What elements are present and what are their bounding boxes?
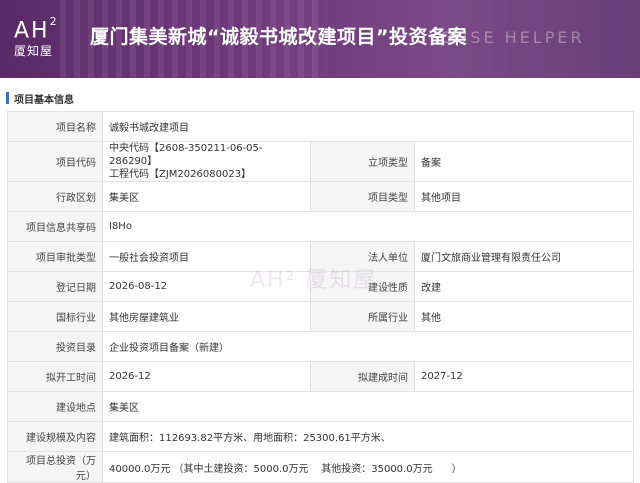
- logo-sub: 厦知屋: [14, 44, 54, 59]
- table-row: 项目总投资（万元） 40000.0万元 （其中土建投资：5000.0万元 其他投…: [7, 451, 634, 483]
- table-row: 建设规模及内容 建筑面积：112693.82平方米、用地面积：25300.61平…: [7, 421, 634, 452]
- section-header: 项目基本信息: [0, 88, 640, 108]
- logo: AH2 厦知屋: [14, 14, 59, 59]
- value-location: 集美区: [102, 391, 634, 422]
- value-national-industry: 其他房屋建筑业: [102, 301, 311, 332]
- label-project-name: 项目名称: [7, 111, 103, 142]
- section-accent-bar: [6, 92, 9, 104]
- header-banner: AH2 厦知屋 厦门集美新城“诚毅书城改建项目”投资备案 OUSE HELPER: [0, 0, 640, 78]
- label-review-type: 项目审批类型: [7, 241, 103, 272]
- value-project-type: 其他项目: [414, 181, 634, 212]
- page-title: 厦门集美新城“诚毅书城改建项目”投资备案: [90, 26, 467, 48]
- label-industry: 所属行业: [310, 301, 415, 332]
- table-row: 拟开工时间 2026-12 拟建成时间 2027-12: [7, 361, 634, 392]
- label-national-industry: 国标行业: [7, 301, 103, 332]
- helper-watermark: OUSE HELPER: [440, 28, 585, 47]
- label-total-investment: 项目总投资（万元）: [7, 451, 103, 483]
- label-register-date: 登记日期: [7, 271, 103, 302]
- value-industry: 其他: [414, 301, 634, 332]
- table-row: 投资目录 企业投资项目备案（新建）: [7, 331, 634, 362]
- value-legal-entity: 厦门文旅商业管理有限责任公司: [414, 241, 634, 272]
- value-district: 集美区: [102, 181, 311, 212]
- value-planned-start: 2026-12: [102, 361, 311, 392]
- logo-ah: AH: [14, 18, 50, 44]
- value-total-investment: 40000.0万元 （其中土建投资：5000.0万元 其他投资：35000.0万…: [102, 451, 634, 483]
- value-project-name: 诚毅书城改建项目: [102, 111, 634, 142]
- label-planned-start: 拟开工时间: [7, 361, 103, 392]
- value-project-code: 中央代码【2608-350211-06-05-286290】 工程代码【ZJM2…: [102, 141, 311, 182]
- value-construction-nature: 改建: [414, 271, 634, 302]
- value-planned-completion: 2027-12: [414, 361, 634, 392]
- label-share-code: 项目信息共享码: [7, 211, 103, 242]
- label-district: 行政区划: [7, 181, 103, 212]
- label-project-type: 项目类型: [310, 181, 415, 212]
- table-row: 项目名称 诚毅书城改建项目: [7, 111, 634, 142]
- label-planned-completion: 拟建成时间: [310, 361, 415, 392]
- section-title: 项目基本信息: [14, 95, 74, 106]
- engineering-code: 工程代码【ZJM2026080023】: [109, 169, 252, 180]
- table-row: 国标行业 其他房屋建筑业 所属行业 其他: [7, 301, 634, 332]
- table-row: 项目信息共享码 I8Ho: [7, 211, 634, 242]
- label-approval-type: 立项类型: [310, 141, 415, 182]
- value-scale-content: 建筑面积：112693.82平方米、用地面积：25300.61平方米、: [102, 421, 634, 452]
- logo-sup: 2: [49, 15, 59, 28]
- watermark: AH² 厦知屋: [250, 268, 378, 293]
- label-investment-catalog: 投资目录: [7, 331, 103, 362]
- label-project-code: 项目代码: [7, 141, 103, 182]
- central-code: 中央代码【2608-350211-06-05-286290】: [109, 143, 263, 167]
- label-scale-content: 建设规模及内容: [7, 421, 103, 452]
- table-row: 项目代码 中央代码【2608-350211-06-05-286290】 工程代码…: [7, 141, 634, 182]
- value-share-code: I8Ho: [102, 211, 634, 242]
- label-location: 建设地点: [7, 391, 103, 422]
- project-info-table: 项目名称 诚毅书城改建项目 项目代码 中央代码【2608-350211-06-0…: [7, 111, 634, 483]
- value-investment-catalog: 企业投资项目备案（新建）: [102, 331, 634, 362]
- table-row: 行政区划 集美区 项目类型 其他项目: [7, 181, 634, 212]
- value-approval-type: 备案: [414, 141, 634, 182]
- table-row: 建设地点 集美区: [7, 391, 634, 422]
